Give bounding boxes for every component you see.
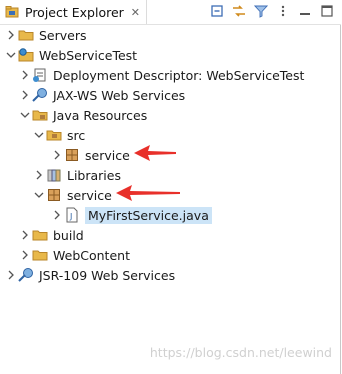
tree-item-label: src <box>67 127 86 143</box>
folder-icon <box>32 247 48 263</box>
tree-item-src[interactable]: src <box>32 125 85 145</box>
project-explorer-view: Project Explorer ✕ Servers WebServiceTes… <box>0 0 341 374</box>
libraries-icon <box>46 167 62 183</box>
tree-item-label: Java Resources <box>53 107 148 123</box>
project-explorer-icon <box>4 4 20 20</box>
web-services-icon <box>18 267 34 283</box>
tree-item-label: build <box>53 227 84 243</box>
chevron-down-icon[interactable] <box>18 105 32 125</box>
chevron-right-icon[interactable] <box>4 25 18 45</box>
tree-item-label: MyFirstService.java <box>85 206 212 224</box>
tree-item-jsr109[interactable]: JSR-109 Web Services <box>4 265 175 285</box>
tab-title: Project Explorer <box>25 4 124 20</box>
view-menu-icon[interactable] <box>275 3 291 19</box>
chevron-down-icon[interactable] <box>32 125 46 145</box>
chevron-down-icon[interactable] <box>32 185 46 205</box>
chevron-right-icon[interactable] <box>50 145 64 165</box>
view-tab-bar: Project Explorer ✕ <box>0 0 341 25</box>
watermark-text: https://blog.csdn.net/leewind <box>149 345 332 360</box>
java-resources-icon <box>32 107 48 123</box>
tree-item-build[interactable]: build <box>18 225 84 245</box>
package-icon <box>64 147 80 163</box>
link-with-editor-icon[interactable] <box>231 3 247 19</box>
web-project-icon <box>18 47 34 63</box>
package-icon <box>46 187 62 203</box>
close-icon[interactable]: ✕ <box>131 6 140 19</box>
tab-project-explorer[interactable]: Project Explorer ✕ <box>0 0 148 24</box>
tree-item-label: Libraries <box>67 167 121 183</box>
annotation-arrow-icon <box>116 185 180 201</box>
chevron-right-icon[interactable] <box>32 165 46 185</box>
filter-icon[interactable] <box>253 3 269 19</box>
tree-item-label: WebContent <box>53 247 130 263</box>
tree-item-label: service <box>85 147 130 163</box>
annotation-arrow-icon <box>134 145 176 161</box>
tree-item-label: JAX-WS Web Services <box>53 87 186 103</box>
tree-item-label: WebServiceTest <box>39 47 138 63</box>
tree-item-project[interactable]: WebServiceTest <box>4 45 137 65</box>
tree-item-java-file[interactable]: J MyFirstService.java <box>50 205 212 225</box>
tree-item-libraries[interactable]: Libraries <box>32 165 121 185</box>
folder-icon <box>32 227 48 243</box>
tree-item-src-service[interactable]: service <box>50 145 130 165</box>
chevron-down-icon[interactable] <box>4 45 18 65</box>
svg-text:J: J <box>69 212 72 221</box>
chevron-right-icon[interactable] <box>4 265 18 285</box>
java-file-icon: J <box>64 207 80 223</box>
source-folder-icon <box>46 127 62 143</box>
minimize-icon[interactable] <box>297 3 313 19</box>
tree-item-deployment-descriptor[interactable]: Deployment Descriptor: WebServiceTest <box>18 65 304 85</box>
chevron-right-icon[interactable] <box>18 225 32 245</box>
chevron-right-icon[interactable] <box>50 205 64 225</box>
tree-item-label: JSR-109 Web Services <box>39 267 176 283</box>
tree-item-label: Deployment Descriptor: WebServiceTest <box>53 67 305 83</box>
tree-item-java-resources[interactable]: Java Resources <box>18 105 147 125</box>
folder-icon <box>18 27 34 43</box>
chevron-right-icon[interactable] <box>18 65 32 85</box>
view-toolbar <box>209 3 335 19</box>
chevron-right-icon[interactable] <box>18 245 32 265</box>
tree-item-servers[interactable]: Servers <box>4 25 87 45</box>
tree-item-label: Servers <box>39 27 87 43</box>
chevron-right-icon[interactable] <box>18 85 32 105</box>
tree-item-service-package[interactable]: service <box>32 185 112 205</box>
maximize-icon[interactable] <box>319 3 335 19</box>
tree-item-label: service <box>67 187 112 203</box>
collapse-all-icon[interactable] <box>209 3 225 19</box>
web-services-icon <box>32 87 48 103</box>
deployment-descriptor-icon <box>32 67 48 83</box>
tree-item-jaxws[interactable]: JAX-WS Web Services <box>18 85 185 105</box>
tree-item-webcontent[interactable]: WebContent <box>18 245 130 265</box>
